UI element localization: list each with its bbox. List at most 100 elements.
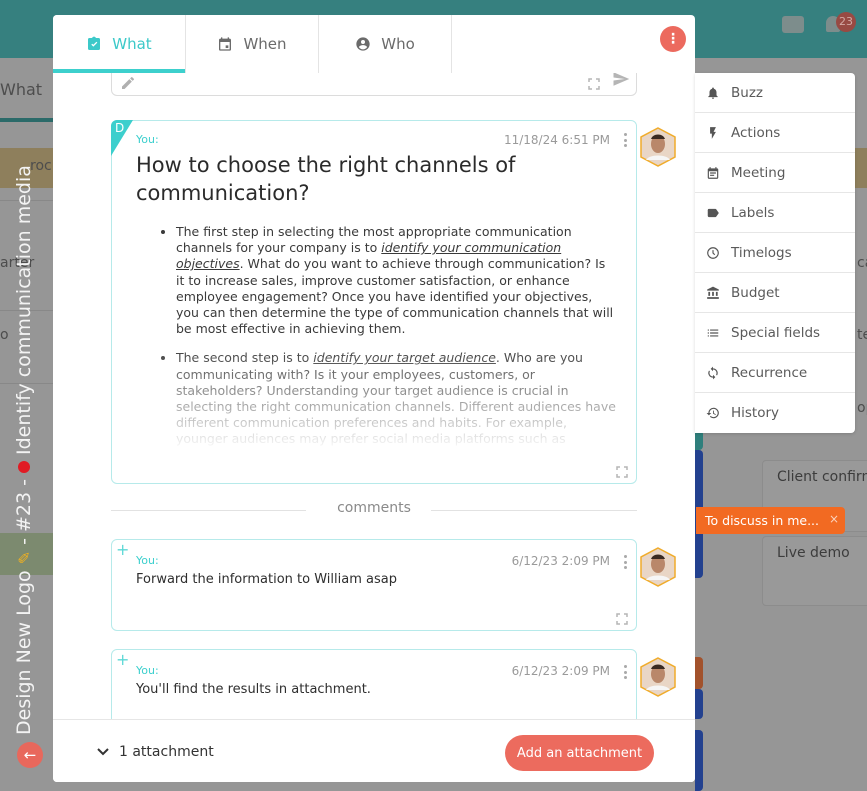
more-options-icon[interactable]	[622, 555, 628, 569]
plus-icon: +	[116, 540, 130, 559]
description-body: The first step in selecting the most app…	[136, 224, 616, 446]
menu-label: Special fields	[731, 324, 821, 341]
menu-item-labels[interactable]: Labels	[695, 193, 855, 233]
timestamp: 11/18/24 6:51 PM	[503, 133, 610, 147]
task-reference: Ref. 23T203308	[478, 29, 644, 53]
menu-label: Actions	[731, 124, 781, 141]
author-label: You:	[136, 554, 159, 567]
avatar[interactable]	[640, 657, 676, 697]
chat-icon	[782, 16, 804, 33]
menu-item-timelogs[interactable]: Timelogs	[695, 233, 855, 273]
comment-text: Forward the information to William asap	[136, 572, 397, 587]
comments-divider: comments	[111, 500, 637, 520]
task-options-menu: Buzz Actions Meeting Labels Timelogs Bud…	[695, 73, 855, 433]
menu-label: Buzz	[731, 84, 763, 101]
plus-icon: +	[116, 650, 130, 669]
menu-label: Budget	[731, 284, 780, 301]
clipboard-check-icon	[86, 36, 102, 52]
label-tag-text: To discuss in me...	[705, 513, 820, 528]
tab-label: When	[243, 35, 287, 53]
bell-icon	[705, 85, 721, 101]
task-name: Identify communication media	[13, 165, 35, 456]
tab-what[interactable]: What	[53, 15, 186, 73]
task-breadcrumb-vertical: Design New Logo ✎ - #23 - Identify commu…	[13, 165, 35, 735]
account-circle-icon	[355, 36, 371, 52]
bg-strip	[0, 118, 53, 122]
bg-status-bar	[695, 689, 703, 719]
attachment-count: 1 attachment	[119, 744, 214, 760]
label-tag[interactable]: To discuss in me... ×	[696, 507, 845, 534]
bg-status-bar	[695, 430, 703, 450]
comment-card: + You: 6/12/23 2:09 PM You'll find the r…	[111, 649, 637, 719]
clock-icon	[705, 245, 721, 261]
history-icon	[705, 405, 721, 421]
bg-status-bar	[695, 730, 703, 791]
menu-label: Meeting	[731, 164, 786, 181]
modal-footer: 1 attachment Add an attachment	[53, 719, 695, 782]
bg-card: Live demo	[762, 536, 867, 606]
timestamp: 6/12/23 2:09 PM	[511, 554, 610, 568]
menu-item-budget[interactable]: Budget	[695, 273, 855, 313]
bg-card-title: Client confirm	[777, 469, 867, 485]
comment-card: + You: 6/12/23 2:09 PM Forward the infor…	[111, 539, 637, 631]
bg-card-title: Live demo	[777, 545, 850, 561]
add-attachment-button[interactable]: Add an attachment	[505, 735, 654, 771]
pencil-icon	[120, 75, 136, 91]
task-options-button[interactable]: ⋮	[660, 26, 686, 52]
fullscreen-icon[interactable]	[588, 75, 600, 94]
more-options-icon[interactable]	[622, 133, 628, 147]
bg-tan-edge	[855, 148, 867, 188]
menu-item-history[interactable]: History	[695, 393, 855, 433]
description-bullet: The second step is to identify your targ…	[176, 350, 616, 446]
pencil-folder-icon: ✎	[14, 550, 34, 565]
bg-what-label: What	[0, 80, 43, 99]
calendar-text-icon	[705, 165, 721, 181]
description-title: How to choose the right channels of comm…	[136, 153, 516, 205]
chevron-down-icon	[97, 744, 109, 760]
tab-who[interactable]: Who	[319, 15, 452, 73]
tab-bar: What When Who	[53, 15, 452, 73]
menu-item-buzz[interactable]: Buzz	[695, 73, 855, 113]
bank-icon	[705, 285, 721, 301]
menu-label: History	[731, 405, 780, 421]
menu-item-meeting[interactable]: Meeting	[695, 153, 855, 193]
close-icon[interactable]: ×	[829, 512, 839, 526]
more-options-icon[interactable]	[622, 665, 628, 679]
menu-item-actions[interactable]: Actions	[695, 113, 855, 153]
calendar-icon	[217, 36, 233, 52]
tab-label: What	[112, 35, 152, 53]
avatar[interactable]	[640, 127, 676, 167]
description-card: D You: 11/18/24 6:51 PM How to choose th…	[111, 120, 637, 484]
tab-when[interactable]: When	[186, 15, 319, 73]
description-bullet: The first step in selecting the most app…	[176, 224, 616, 337]
expand-icon[interactable]	[616, 463, 628, 478]
send-icon[interactable]	[612, 73, 630, 88]
list-icon	[705, 325, 721, 341]
priority-dot-icon	[18, 461, 30, 474]
tab-label: Who	[381, 35, 415, 53]
menu-label: Labels	[731, 204, 775, 221]
comments-label: comments	[337, 500, 411, 516]
task-number: - #23 -	[13, 479, 35, 545]
attachments-toggle[interactable]: 1 attachment	[97, 744, 214, 760]
notification-badge: 23	[836, 12, 856, 32]
menu-label: Timelogs	[731, 244, 792, 261]
corner-letter: D	[115, 121, 125, 135]
menu-item-special-fields[interactable]: Special fields	[695, 313, 855, 353]
avatar[interactable]	[640, 547, 676, 587]
author-label: You:	[136, 133, 159, 146]
back-button[interactable]: ←	[17, 742, 43, 768]
expand-icon[interactable]	[616, 610, 628, 625]
project-name: Design New Logo	[13, 570, 35, 735]
bg-fragment: te	[857, 327, 867, 343]
author-label: You:	[136, 664, 159, 677]
flash-icon	[705, 125, 721, 141]
emphasis-link: identify your target audience	[313, 350, 496, 366]
bg-status-bar	[695, 657, 703, 689]
label-icon	[705, 205, 721, 221]
sync-icon	[705, 365, 721, 381]
menu-item-recurrence[interactable]: Recurrence	[695, 353, 855, 393]
comment-text: You'll find the results in attachment.	[136, 682, 371, 697]
description-editor[interactable]	[111, 73, 637, 96]
menu-label: Recurrence	[731, 364, 808, 381]
